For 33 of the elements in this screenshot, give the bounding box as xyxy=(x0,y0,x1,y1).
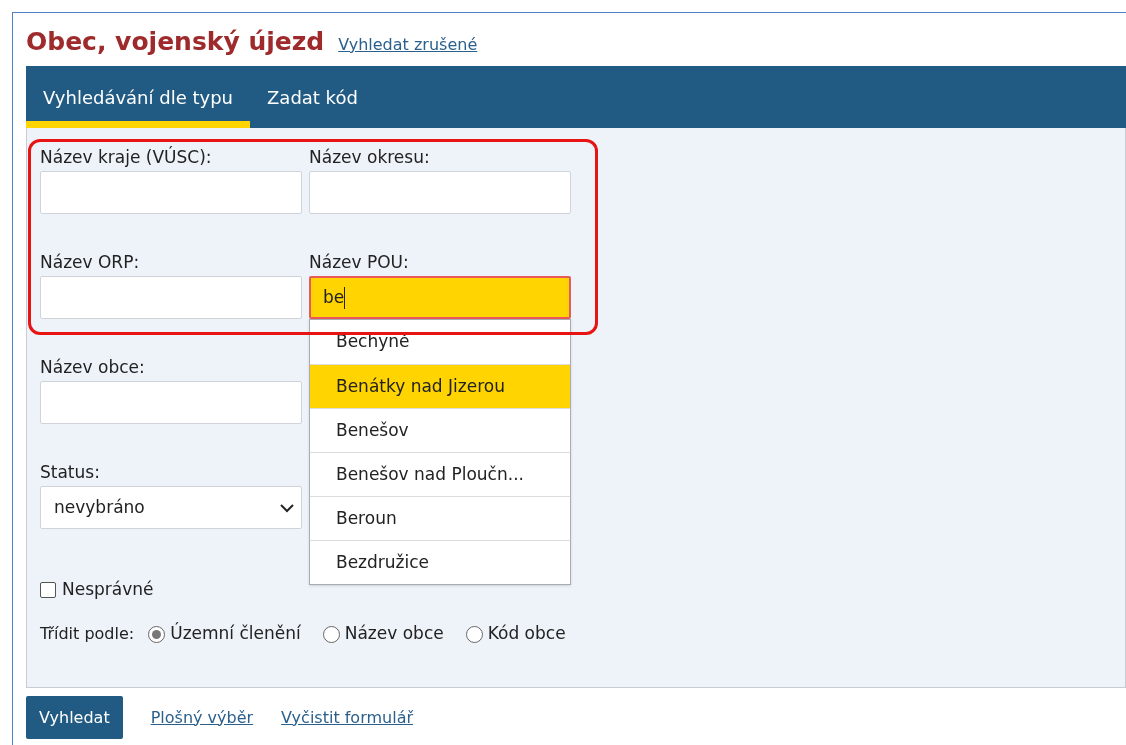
action-link[interactable]: Vyčistit formulář xyxy=(281,705,413,730)
radio-button[interactable] xyxy=(465,625,483,643)
checkbox-label: Nesprávné xyxy=(62,578,154,602)
sort-label: Třídit podle: xyxy=(40,623,135,645)
input-field[interactable] xyxy=(309,171,571,214)
radio-label: Územní členění xyxy=(170,621,301,646)
search-button[interactable]: Vyhledat xyxy=(26,696,123,739)
suggestion-item[interactable]: Benešov nad Ploučn... xyxy=(310,452,570,496)
radio-button[interactable] xyxy=(322,625,340,643)
input-field[interactable]: be xyxy=(309,276,571,319)
cancelled-search-link[interactable]: Vyhledat zrušené xyxy=(338,33,478,57)
action-link[interactable]: Plošný výběr xyxy=(150,705,254,730)
field-label: Status: xyxy=(40,461,101,484)
checkbox[interactable] xyxy=(40,582,56,598)
suggestion-item[interactable]: Bezdružice xyxy=(310,540,570,584)
radio-label: Název obce xyxy=(344,622,444,646)
input-field[interactable] xyxy=(40,381,302,424)
suggestion-item[interactable]: Beroun xyxy=(310,496,570,540)
status-select[interactable]: nevybráno xyxy=(40,486,302,529)
field-label: Název ORP: xyxy=(40,251,141,274)
tab[interactable]: Zadat kód xyxy=(250,66,375,128)
field-label: Název kraje (VÚSC): xyxy=(40,145,213,169)
suggestion-item[interactable]: Benešov xyxy=(310,408,570,452)
radio-label: Kód obce xyxy=(487,622,566,646)
field-label: Název okresu: xyxy=(309,146,431,169)
input-field[interactable] xyxy=(40,276,302,319)
field-label: Název obce: xyxy=(40,356,146,379)
suggestion-item[interactable]: Benátky nad Jizerou xyxy=(310,364,570,408)
page-title: Obec, vojenský újezd xyxy=(26,26,325,58)
radio-button[interactable] xyxy=(148,625,166,643)
chevron-icon xyxy=(279,502,295,513)
input-field[interactable] xyxy=(40,171,302,214)
field-label: Název POU: xyxy=(309,251,410,274)
